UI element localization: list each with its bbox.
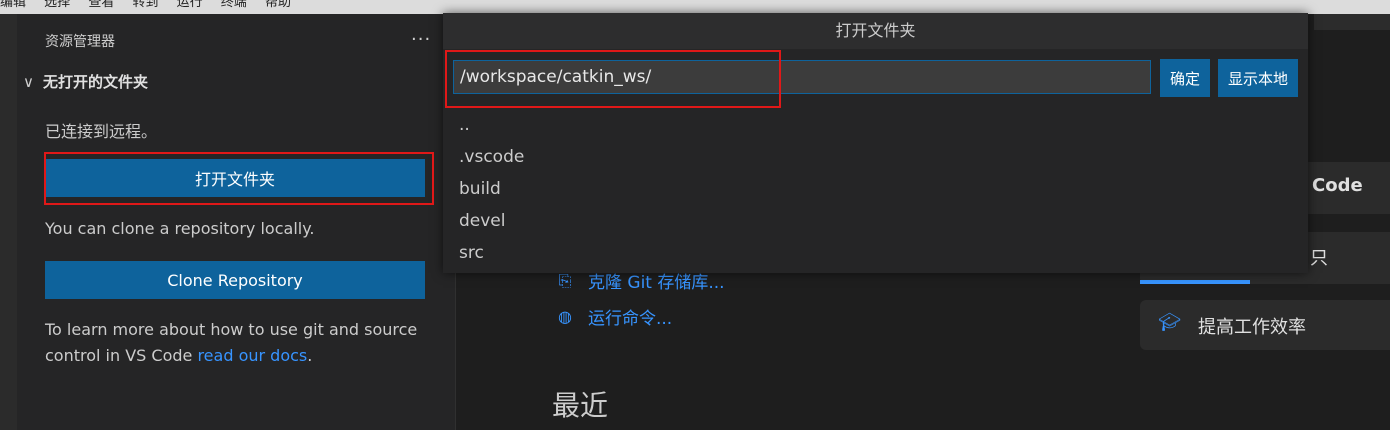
run-command-label: 运行命令... [588,309,673,329]
recent-title: 最近 [552,389,609,422]
activity-bar [0,14,17,430]
palette-icon: ◍ [558,307,572,326]
list-item[interactable]: devel [459,205,524,237]
walkthrough-card-code-label: Code [1312,175,1363,196]
learn-more-period: . [307,346,313,365]
read-docs-link[interactable]: read our docs [197,346,307,365]
list-item[interactable]: src [459,237,524,269]
sidebar-title: 资源管理器 [45,34,115,50]
menu-bar: 编辑 选择 查看 转到 运行 终端 帮助 [0,0,1390,14]
list-item[interactable]: .. [459,109,524,141]
walkthrough-card-partial-label: 只 [1310,248,1328,269]
highlight-path-input [445,50,781,108]
menu-terminal[interactable]: 终端 [221,0,247,9]
menu-run[interactable]: 运行 [177,0,203,9]
explorer-sidebar: 资源管理器 ... ∨ 无打开的文件夹 已连接到远程。 打开文件夹 You can… [17,14,456,430]
highlight-open-folder [44,152,434,205]
menu-selection[interactable]: 选择 [44,0,70,9]
connected-text: 已连接到远程。 [45,122,158,141]
walkthrough-card-productivity-label: 提高工作效率 [1198,317,1306,338]
clone-hint-text: You can clone a repository locally. [45,219,315,238]
show-local-button[interactable]: 显示本地 [1218,59,1298,97]
clone-repository-button[interactable]: Clone Repository [45,261,425,299]
list-item[interactable]: build [459,173,524,205]
menu-help[interactable]: 帮助 [265,0,291,9]
repo-clone-icon: ⎘ [558,270,572,290]
mortarboard-icon: 🎓︎ [1158,312,1181,333]
menu-go[interactable]: 转到 [132,0,158,9]
menu-view[interactable]: 查看 [88,0,114,9]
walkthrough-card-productivity[interactable]: 🎓︎ 提高工作效率 [1140,300,1390,350]
no-folder-section-header[interactable]: ∨ 无打开的文件夹 [23,71,148,92]
list-item[interactable]: .vscode [459,141,524,173]
walkthrough-progress-bar [1140,280,1250,284]
learn-more-text: To learn more about how to use git and s… [45,317,445,369]
ok-button[interactable]: 确定 [1160,59,1210,97]
tab-strip [1314,14,1390,30]
dialog-title: 打开文件夹 [443,13,1308,49]
menu-edit[interactable]: 编辑 [0,0,26,9]
folder-entry-list: .. .vscode build devel src [459,109,524,269]
chevron-down-icon: ∨ [23,73,34,91]
run-command-link[interactable]: ◍ 运行命令... [554,304,672,329]
more-actions-icon[interactable]: ... [411,24,431,45]
section-title: 无打开的文件夹 [43,73,149,91]
